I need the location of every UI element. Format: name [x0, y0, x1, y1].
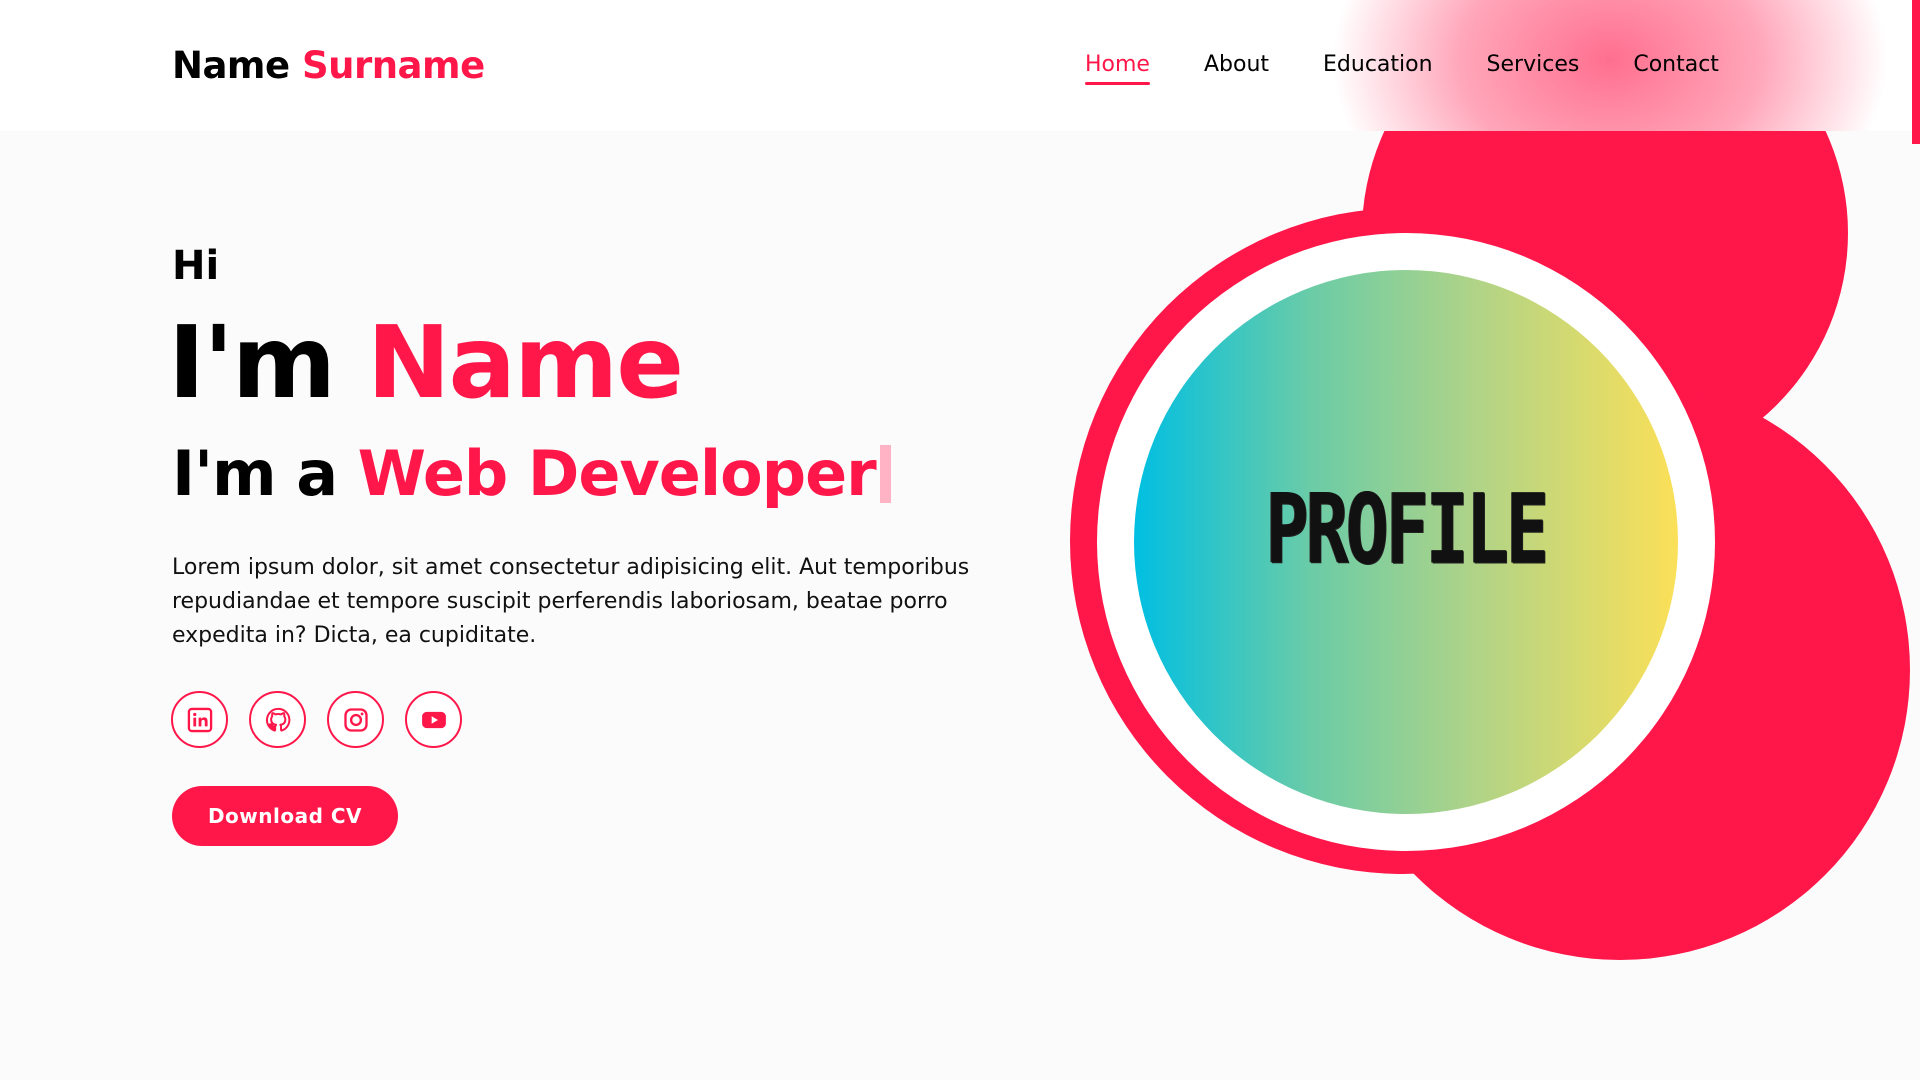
- hero-description: Lorem ipsum dolor, sit amet consectetur …: [172, 555, 970, 648]
- youtube-link[interactable]: [405, 691, 462, 748]
- github-icon: [265, 707, 290, 732]
- youtube-icon: [421, 711, 446, 728]
- role-prefix: I'm a: [172, 437, 338, 510]
- logo-first-name: Name: [172, 44, 290, 87]
- hero-role: I'm a Web Developer: [172, 437, 891, 510]
- profile-image: PROFILE: [1134, 270, 1678, 814]
- nav-about[interactable]: About: [1204, 52, 1269, 83]
- linkedin-icon: [187, 707, 212, 732]
- hero-headline: I'm Name: [168, 308, 684, 418]
- logo[interactable]: Name Surname: [172, 44, 485, 87]
- nav-contact[interactable]: Contact: [1633, 52, 1719, 83]
- nav-services[interactable]: Services: [1487, 52, 1580, 83]
- download-cv-button[interactable]: Download CV: [172, 786, 398, 846]
- social-links: [171, 691, 483, 748]
- site-header: Name Surname Home About Education Servic…: [0, 0, 1920, 131]
- nav-home[interactable]: Home: [1085, 52, 1150, 85]
- role-text: Web Developer: [357, 437, 877, 510]
- main-nav: Home About Education Services Contact: [1085, 52, 1773, 85]
- instagram-icon: [343, 707, 368, 732]
- linkedin-link[interactable]: [171, 691, 228, 748]
- portfolio-page: PROFILE Name Surname Home About Educatio…: [0, 0, 1920, 1080]
- headline-name: Name: [366, 304, 684, 421]
- nav-education[interactable]: Education: [1323, 52, 1433, 83]
- headline-prefix: I'm: [168, 304, 336, 421]
- logo-surname: Surname: [301, 44, 485, 87]
- greeting: Hi: [172, 243, 220, 289]
- instagram-link[interactable]: [327, 691, 384, 748]
- profile-image-text: PROFILE: [1265, 472, 1550, 586]
- typing-cursor: [879, 445, 891, 503]
- github-link[interactable]: [249, 691, 306, 748]
- scrollbar-thumb[interactable]: [1912, 0, 1920, 144]
